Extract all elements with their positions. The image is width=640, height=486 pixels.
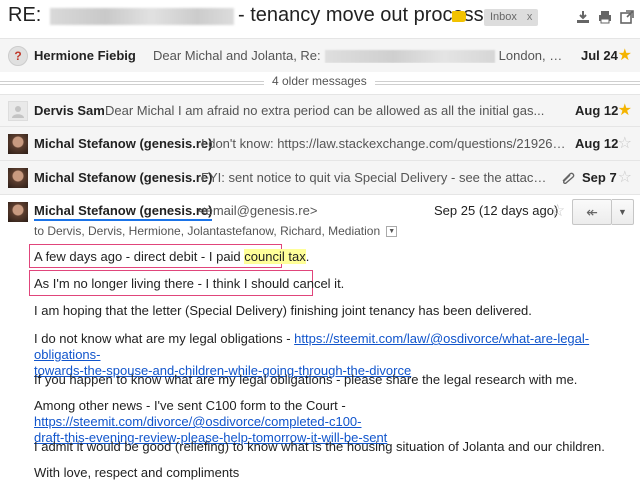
profile-photo-avatar [8,202,28,222]
thread-row-michal-1[interactable]: Michal Stefanow (genesis.re) I don't kno… [0,126,640,160]
paragraph-3: I am hoping that the letter (Special Del… [34,303,532,318]
thread-date: Jul 24 [581,48,618,63]
new-window-icon[interactable] [620,10,634,24]
snippet-start: Dear Michal and Jolanta, Re: [153,48,321,63]
thread-snippet: I don't know: https://law.stackexchange.… [201,136,569,151]
thread-date: Aug 12 [575,103,619,118]
older-messages-divider[interactable]: 4 older messages [0,72,640,92]
thread-date: Aug 12 [575,136,619,151]
paragraph-1: A few days ago - direct debit - I paid c… [34,249,310,264]
paragraph-8: With love, respect and compliments [34,465,240,480]
remove-label-button[interactable]: x [527,11,533,23]
reply-button[interactable]: ↞ [572,199,612,225]
reply-icon: ↞ [586,204,598,220]
redacted-subject-text [50,8,234,25]
attachment-icon [562,172,575,184]
star-icon[interactable]: ★ [618,48,632,64]
c100-link[interactable]: https://steemit.com/divorce/@osdivorce/c… [34,414,362,429]
profile-photo-avatar [8,134,28,154]
thread-row-hermione[interactable]: ? Hermione Fiebig Dear Michal and Jolant… [0,38,640,72]
thread-sender: Michal Stefanow (genesis.re) [34,170,213,185]
thread-snippet: Dear Michal I am afraid no extra period … [105,103,545,118]
question-avatar-icon: ? [8,46,28,66]
thread-sender: Michal Stefanow (genesis.re) [34,136,213,151]
star-outline-icon[interactable]: ☆ [550,201,565,221]
show-details-icon[interactable]: ▼ [386,226,398,238]
download-icon[interactable] [576,10,590,24]
thread-sender: Dervis Sam [34,103,105,118]
star-outline-icon[interactable]: ☆ [618,136,632,152]
thread-snippet: Dear Michal and Jolanta, Re: London, SE..… [153,48,563,64]
thread-sender: Hermione Fiebig [34,48,136,63]
message-sender-name[interactable]: Michal Stefanow (genesis.re) [34,203,213,221]
subject-title: - tenancy move out process [238,4,484,26]
thread-snippet: FYI: sent notice to quit via Special Del… [201,170,553,185]
star-icon[interactable]: ★ [618,103,632,119]
thread-row-dervis[interactable]: Dervis Sam Dear Michal I am afraid no ex… [0,94,640,126]
paragraph-2: As I'm no longer living there - I think … [34,276,345,291]
redacted-address [324,50,495,64]
paragraph-7: I admit it would be good (reliefing) to … [34,439,605,454]
message-sender-email: <email@genesis.re> [198,203,318,218]
important-label-icon[interactable] [452,11,466,22]
chevron-down-icon: ▼ [618,207,627,217]
highlighted-text: council tax [244,249,306,264]
profile-photo-avatar [8,168,28,188]
inbox-label-text: Inbox [490,11,517,23]
thread-row-michal-2[interactable]: Michal Stefanow (genesis.re) FYI: sent n… [0,160,640,194]
recipients-text: to Dervis, Dervis, Hermione, Jolantastef… [34,224,381,238]
star-outline-icon[interactable]: ☆ [618,170,632,186]
message-date: Sep 25 (12 days ago) [434,203,559,218]
recipients-line: to Dervis, Dervis, Hermione, Jolantastef… [34,224,398,238]
default-avatar-icon [8,101,28,121]
snippet-end: London, SE... [498,48,563,63]
subject-prefix: RE: [8,4,42,26]
paragraph-5: If you happen to know what are my legal … [34,372,578,387]
inbox-label-chip[interactable]: Inbox x [484,9,539,26]
thread-date: Sep 7 [582,170,617,185]
more-actions-button[interactable]: ▼ [612,199,634,225]
print-icon[interactable] [598,10,612,24]
subject-bar: RE: - tenancy move out process Inbox x [0,0,640,34]
older-messages-label[interactable]: 4 older messages [264,74,375,88]
